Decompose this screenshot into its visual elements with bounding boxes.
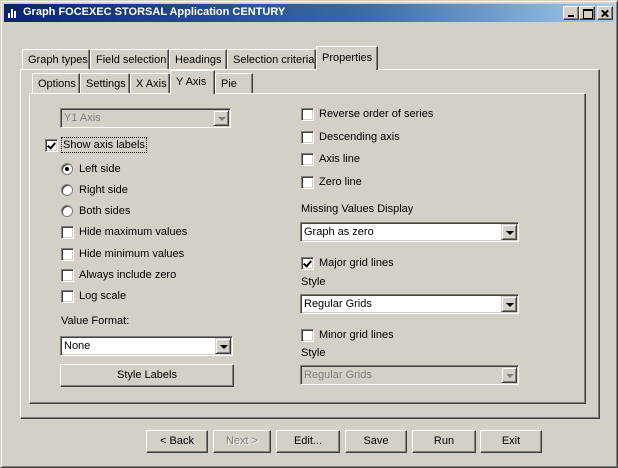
radio-label: Right side xyxy=(79,184,128,196)
major-style-label: Style xyxy=(301,276,326,288)
close-icon[interactable] xyxy=(597,6,613,20)
checkbox-label: Log scale xyxy=(79,290,127,302)
tab-label: Selection criteria xyxy=(233,54,315,66)
tab-label: Y Axis xyxy=(176,76,207,88)
tab-selection-criteria[interactable]: Selection criteria xyxy=(227,49,316,70)
radio-label: Left side xyxy=(79,163,121,175)
checkbox-box[interactable] xyxy=(301,329,314,342)
tab-label: Properties xyxy=(322,52,373,64)
major-style-value: Regular Grids xyxy=(304,298,372,310)
checkbox-label: Minor grid lines xyxy=(319,329,394,341)
checkbox-label: Zero line xyxy=(319,176,362,188)
checkbox-box[interactable] xyxy=(301,176,314,189)
major-style-select[interactable]: Regular Grids xyxy=(300,294,519,314)
exit-button[interactable]: Exit xyxy=(480,430,542,453)
checkbox-label: Show axis labels xyxy=(61,137,147,153)
chevron-down-icon[interactable] xyxy=(501,296,517,312)
checkbox-box[interactable] xyxy=(61,269,74,282)
radio-circle[interactable] xyxy=(61,163,73,175)
run-button[interactable]: Run xyxy=(412,430,476,453)
checkbox-box[interactable] xyxy=(301,153,314,166)
style-labels-button[interactable]: Style Labels xyxy=(60,364,234,387)
axis-select: Y1 Axis xyxy=(60,108,231,128)
checkbox-label: Major grid lines xyxy=(319,257,394,269)
tab-settings[interactable]: Settings xyxy=(80,73,130,94)
tab-x-axis[interactable]: X Axis xyxy=(130,73,170,94)
title-bar[interactable]: Graph FOCEXEC STORSAL Application CENTUR… xyxy=(4,4,614,22)
tab-pie[interactable]: Pie xyxy=(215,73,253,94)
tab-label: Field selection xyxy=(96,54,167,66)
checkbox-box[interactable] xyxy=(61,290,74,303)
axis-select-value: Y1 Axis xyxy=(64,112,101,124)
checkbox-label: Hide maximum values xyxy=(79,226,188,238)
tab-label: Pie xyxy=(221,78,237,90)
chevron-down-icon xyxy=(213,110,229,126)
tab-properties[interactable]: Properties xyxy=(316,46,378,70)
chevron-down-icon[interactable] xyxy=(501,224,517,240)
checkbox-box[interactable] xyxy=(301,257,314,270)
tab-label: Headings xyxy=(175,54,222,66)
tab-label: X Axis xyxy=(136,78,167,90)
tab-label: Options xyxy=(38,78,76,90)
radio-circle[interactable] xyxy=(61,184,73,196)
minor-style-label: Style xyxy=(301,347,326,359)
checkbox-box[interactable] xyxy=(45,139,58,152)
checkbox-label: Hide minimum values xyxy=(79,248,185,260)
value-format-select[interactable]: None xyxy=(60,336,233,356)
tab-label: Graph types xyxy=(28,54,88,66)
tab-label: Settings xyxy=(86,78,126,90)
minimize-icon[interactable] xyxy=(563,6,579,20)
chevron-down-icon[interactable] xyxy=(215,338,231,354)
window-title: Graph FOCEXEC STORSAL Application CENTUR… xyxy=(23,6,286,18)
app-window: Graph FOCEXEC STORSAL Application CENTUR… xyxy=(0,0,618,468)
missing-values-value: Graph as zero xyxy=(304,226,374,238)
checkbox-label: Always include zero xyxy=(79,269,177,281)
tab-graph-types[interactable]: Graph types xyxy=(22,49,90,70)
checkbox-box[interactable] xyxy=(61,248,74,261)
missing-values-label: Missing Values Display xyxy=(301,203,414,215)
next-button: Next > xyxy=(213,430,271,453)
chevron-down-icon xyxy=(501,367,517,383)
minor-style-value: Regular Grids xyxy=(304,369,372,381)
radio-label: Both sides xyxy=(79,205,131,217)
value-format-label: Value Format: xyxy=(61,315,130,327)
edit-button[interactable]: Edit... xyxy=(276,430,340,453)
maximize-icon[interactable] xyxy=(579,6,595,20)
checkbox-label: Axis line xyxy=(319,153,360,165)
minor-style-select: Regular Grids xyxy=(300,365,519,385)
y-axis-panel: Y1 Axis Show axis labels Left side Right… xyxy=(29,93,586,404)
checkbox-label: Reverse order of series xyxy=(319,108,434,120)
radio-circle[interactable] xyxy=(61,205,73,217)
tab-field-selection[interactable]: Field selection xyxy=(90,49,169,70)
save-button[interactable]: Save xyxy=(345,430,407,453)
checkbox-box[interactable] xyxy=(61,226,74,239)
checkbox-box[interactable] xyxy=(301,131,314,144)
bar-chart-icon xyxy=(7,7,19,19)
tab-y-axis[interactable]: Y Axis xyxy=(170,70,215,94)
tab-options[interactable]: Options xyxy=(32,73,80,94)
missing-values-select[interactable]: Graph as zero xyxy=(300,222,519,242)
value-format-value: None xyxy=(64,340,91,352)
tab-headings[interactable]: Headings xyxy=(169,49,227,70)
checkbox-label: Descending axis xyxy=(319,131,400,143)
checkbox-box[interactable] xyxy=(301,108,314,121)
back-button[interactable]: < Back xyxy=(146,430,208,453)
